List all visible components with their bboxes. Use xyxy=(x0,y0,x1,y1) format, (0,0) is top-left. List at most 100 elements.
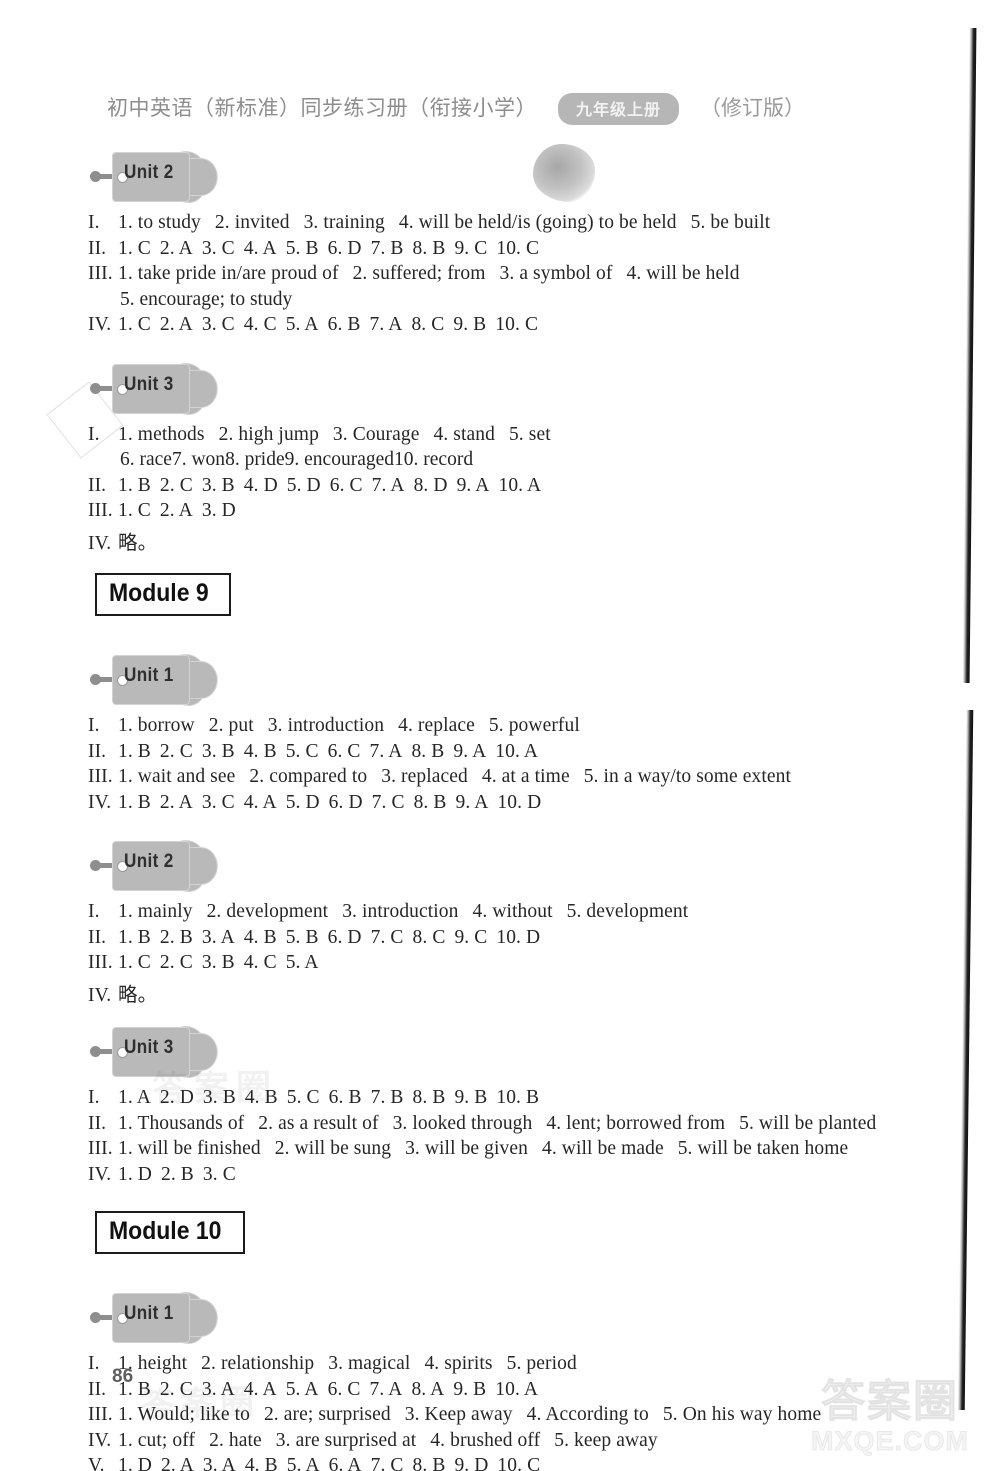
answer-item: 2. A xyxy=(159,237,193,259)
answer-item: 1. mainly xyxy=(118,901,193,922)
answer-item: 6. A xyxy=(328,1455,362,1471)
answer-line-numeral: III. xyxy=(88,1138,113,1159)
answer-item: 2. hate xyxy=(209,1429,262,1451)
answer-item: 10. C xyxy=(495,314,539,335)
answer-item: 4. D xyxy=(243,474,278,496)
answer-item: 7. C xyxy=(370,1455,404,1471)
answer-item: 8. B xyxy=(412,1087,446,1108)
answer-item: 2. are; surprised xyxy=(263,1404,391,1425)
unit-tag-label: Unit 1 xyxy=(124,1303,174,1324)
answer-item: 2. will be sung xyxy=(274,1138,392,1159)
answer-item: 2. B xyxy=(160,1163,194,1185)
answer-item: 4. B xyxy=(244,1455,278,1471)
answer-item: 7. A xyxy=(369,314,403,335)
answer-line: II. 1. B 2. C 3. B 4. D 5. D 6. C 7. A 8. D 9. A 1… xyxy=(88,475,550,497)
answer-item: 7. won xyxy=(171,449,226,470)
answer-item: 7. A xyxy=(369,1378,403,1400)
answer-item: 3. a symbol of xyxy=(499,263,613,284)
answer-line-numeral: IV. xyxy=(88,984,112,1006)
answer-line-numeral: II. xyxy=(88,926,107,948)
answer-item: 5. A xyxy=(285,314,319,335)
answer-item: 2. put xyxy=(208,715,254,736)
module-heading-label: Module 9 xyxy=(109,579,209,607)
answer-line: I. 1. borrow 2. put 3. introduction 4. repla… xyxy=(88,715,594,737)
answer-line-numeral: II. xyxy=(88,1112,107,1134)
answer-line: IV. 1. B 2. A 3. C 4. A 5. D 6. D 7. C 8. B 9. A 1… xyxy=(88,792,550,814)
answer-item: 5. D xyxy=(285,791,320,813)
answer-item: 3. D xyxy=(201,500,236,521)
answer-line-numeral: IV. xyxy=(88,1163,112,1185)
answer-item: 8. B xyxy=(411,740,445,762)
answer-line: IV. 1. cut; off 2. hate 3. are surprised at… xyxy=(88,1430,672,1452)
answer-item: 9. C xyxy=(454,237,488,259)
answer-item: 2. compared to xyxy=(249,766,368,787)
answer-item: 3. looked through xyxy=(392,1112,533,1134)
brand-watermark-cn: 答案圈 xyxy=(821,1377,959,1426)
answer-item: 1. D xyxy=(118,1163,152,1185)
answer-item: 2. suffered; from xyxy=(352,263,486,284)
answer-item: 4. will be made xyxy=(541,1138,664,1159)
answer-item: 2. C xyxy=(159,952,193,973)
answer-item: 4. at a time xyxy=(481,766,570,787)
answer-item: 8. B xyxy=(412,237,446,259)
answer-item: 1. C xyxy=(118,314,151,335)
answer-item: 3. are surprised at xyxy=(275,1429,417,1451)
answer-line: II. 1. B 2. B 3. A 4. B 5. B 6. D 7. C 8. C 9. C 1… xyxy=(88,927,549,949)
answer-item: 4. A xyxy=(243,791,277,813)
answer-item: 3. C xyxy=(201,791,235,813)
unit-tag-label: Unit 2 xyxy=(124,162,174,183)
answer-item: 10. A xyxy=(498,474,542,496)
answer-item: 6. D xyxy=(327,237,362,259)
answer-item: 9. A xyxy=(453,740,487,762)
answer-line-numeral: I. xyxy=(88,715,100,736)
faint-watermark-footer: 答案圈 xyxy=(139,1383,261,1425)
answer-line: IV. 1. D 2. B 3. C xyxy=(88,1164,245,1186)
answer-line: I. 1. height 2. relationship 3. magical 4. s… xyxy=(88,1353,591,1375)
answer-item: 4. A xyxy=(243,237,277,259)
answer-item: 9. B xyxy=(453,314,487,335)
answer-item: 5. will be taken home xyxy=(677,1138,849,1159)
page-number: 86 xyxy=(112,1366,134,1387)
answer-line-numeral: V. xyxy=(88,1455,105,1471)
answer-item: 5. powerful xyxy=(488,715,580,736)
answer-item: 4. C xyxy=(243,952,277,973)
answer-item: 4. without xyxy=(472,901,553,922)
answer-item: 2. A xyxy=(159,500,193,521)
answer-item: 5. development xyxy=(566,901,689,922)
answer-item: 7. A xyxy=(371,474,405,496)
answer-item: 1. cut; off xyxy=(118,1429,196,1451)
answer-item: 10. C xyxy=(496,237,540,259)
answer-line: II. 1. B 2. C 3. B 4. B 5. C 6. C 7. A 8. B 9. A 1… xyxy=(88,741,547,763)
answer-item: 9. B xyxy=(454,1087,488,1108)
answer-line-numeral: III. xyxy=(88,500,113,521)
answer-item: 3. introduction xyxy=(342,901,459,922)
answer-item: 1. D xyxy=(118,1455,152,1471)
answer-item: 5. will be planted xyxy=(739,1112,877,1134)
answer-item: 3. introduction xyxy=(267,715,385,736)
answer-item: 5. A xyxy=(285,1378,319,1400)
answer-line: III. 1. C 2. A 3. D xyxy=(88,500,245,522)
faint-watermark-middle: 答案圈 xyxy=(151,1067,279,1110)
answer-line: III. 1. take pride in/are proud of 2. suff… xyxy=(88,263,754,285)
answer-item: 1. wait and see xyxy=(118,766,236,787)
answer-item: 5. period xyxy=(506,1353,577,1374)
answer-item: 1. C xyxy=(118,952,151,973)
answer-item: 8. A xyxy=(411,1378,445,1400)
answer-item: 5. D xyxy=(286,474,321,496)
edition-label: （修订版） xyxy=(700,97,805,120)
answer-item: 8. pride xyxy=(225,449,285,470)
answer-line: IV. 略。 xyxy=(88,526,166,555)
answer-item: 1. C xyxy=(118,500,151,521)
answer-item: 2. high jump xyxy=(218,423,319,445)
answer-line-numeral: II. xyxy=(88,740,107,762)
answer-item: 6. race xyxy=(120,449,172,470)
answer-item: 2. A xyxy=(159,791,193,813)
unit-tag-label: Unit 1 xyxy=(124,665,174,686)
brand-watermark: 答案圈 MXQE.COM xyxy=(800,1377,980,1457)
answer-item: 3. C xyxy=(201,314,235,335)
answer-item: 3. Courage xyxy=(332,423,420,445)
answer-item: 3. A xyxy=(201,926,235,948)
answer-item: 7. C xyxy=(371,791,405,813)
answer-item: 7. C xyxy=(370,926,404,948)
answer-item: 3. training xyxy=(303,212,385,233)
